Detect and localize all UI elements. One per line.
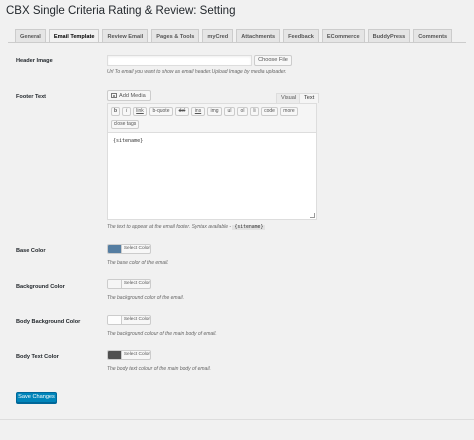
tab-buddypress[interactable]: BuddyPress — [367, 29, 411, 43]
save-changes-button[interactable]: Save Changes — [16, 392, 57, 403]
quicktags-toolbar: b i link b-quote del ins img ul ol li co… — [107, 103, 317, 132]
header-image-input[interactable] — [107, 55, 252, 66]
qt-close-tags-button[interactable]: close tags — [111, 120, 139, 129]
body-text-color-description: The body text colour of the main body of… — [107, 366, 211, 372]
header-image-label: Header Image — [16, 58, 53, 64]
qt-ol-button[interactable]: ol — [237, 107, 248, 116]
body-background-color-select-label: Select Color — [123, 317, 150, 322]
base-color-picker[interactable]: Select Color — [107, 244, 151, 254]
qt-link-button[interactable]: link — [133, 107, 147, 116]
body-background-color-picker[interactable]: Select Color — [107, 315, 151, 325]
tab-attachments[interactable]: Attachments — [236, 29, 281, 43]
body-text-color-swatch — [108, 351, 122, 359]
resize-handle-icon[interactable] — [310, 213, 315, 218]
choose-file-button[interactable]: Choose File — [254, 55, 292, 66]
tab-text[interactable]: Text — [299, 93, 320, 103]
tab-general[interactable]: General — [15, 29, 46, 43]
settings-tabs: General Email Template Review Email Page… — [15, 29, 453, 43]
body-background-color-description: The background colour of the main body o… — [107, 331, 217, 337]
footer-text-editor[interactable]: {sitename} — [107, 132, 317, 220]
qt-bold-button[interactable]: b — [111, 107, 120, 116]
body-background-color-label: Body Background Color — [16, 319, 81, 325]
tab-visual[interactable]: Visual — [276, 93, 302, 103]
body-background-color-swatch — [108, 316, 122, 324]
footer-text-content: {sitename} — [113, 138, 144, 144]
qt-ins-button[interactable]: ins — [191, 107, 205, 116]
qt-italic-button[interactable]: i — [122, 107, 131, 116]
qt-bquote-button[interactable]: b-quote — [149, 107, 173, 116]
tab-email-template[interactable]: Email Template — [48, 29, 100, 43]
qt-li-button[interactable]: li — [250, 107, 259, 116]
footer-syntax-code: {sitename} — [232, 225, 266, 230]
footer-text-description-text: The text to appear at the email footer. … — [107, 224, 232, 230]
qt-del-button[interactable]: del — [175, 107, 189, 116]
tab-ecommerce[interactable]: ECommerce — [321, 29, 365, 43]
tab-feedback[interactable]: Feedback — [283, 29, 319, 43]
tab-review-email[interactable]: Review Email — [102, 29, 149, 43]
background-color-picker[interactable]: Select Color — [107, 279, 151, 289]
background-color-description: The background color of the email. — [107, 295, 184, 301]
add-media-label: Add Media — [119, 92, 146, 99]
tab-comments[interactable]: Comments — [413, 29, 453, 43]
media-icon — [111, 93, 117, 98]
base-color-description: The base color of the email. — [107, 260, 169, 266]
body-text-color-select-label: Select Color — [123, 352, 150, 357]
background-color-label: Background Color — [16, 284, 65, 290]
header-image-description: Url To email you want to show as email h… — [107, 69, 287, 75]
base-color-label: Base Color — [16, 248, 46, 254]
qt-more-button[interactable]: more — [280, 107, 298, 116]
tab-mycred[interactable]: myCred — [202, 29, 234, 43]
qt-code-button[interactable]: code — [261, 107, 278, 116]
background-color-select-label: Select Color — [123, 281, 150, 286]
background-color-swatch — [108, 280, 122, 288]
footer-text-description: The text to appear at the email footer. … — [107, 224, 266, 230]
add-media-button[interactable]: Add Media — [107, 90, 151, 101]
tab-pages-tools[interactable]: Pages & Tools — [151, 29, 200, 43]
base-color-swatch — [108, 245, 122, 253]
base-color-select-label: Select Color — [123, 246, 150, 251]
qt-ul-button[interactable]: ul — [224, 107, 235, 116]
tabs-divider — [8, 42, 466, 43]
body-text-color-picker[interactable]: Select Color — [107, 350, 151, 360]
footer-text-label: Footer Text — [16, 94, 47, 100]
footer-divider — [0, 419, 474, 420]
body-text-color-label: Body Text Color — [16, 354, 59, 360]
qt-img-button[interactable]: img — [207, 107, 222, 116]
page-title: CBX Single Criteria Rating & Review: Set… — [6, 5, 236, 17]
